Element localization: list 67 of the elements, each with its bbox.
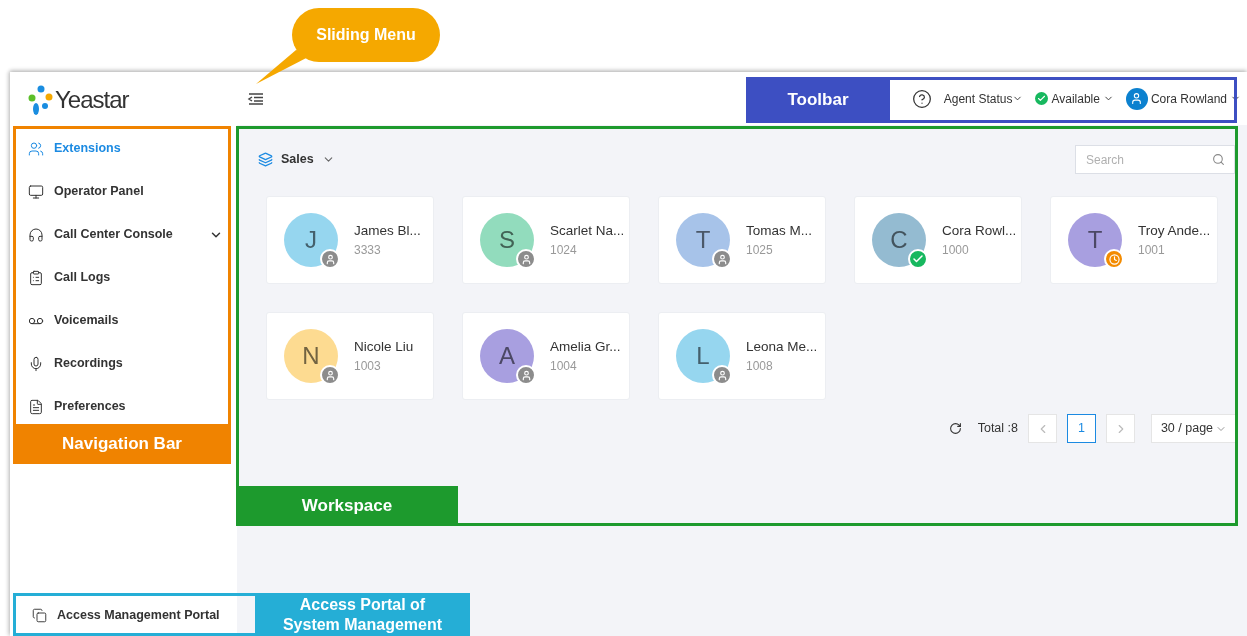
menu-icon[interactable] bbox=[247, 90, 265, 107]
page-button[interactable]: 1 bbox=[1067, 414, 1096, 443]
nav-item[interactable]: Recordings bbox=[28, 342, 223, 385]
windows-icon bbox=[32, 607, 47, 623]
page-size-dropdown[interactable]: 30 / page bbox=[1151, 414, 1237, 443]
contact-card[interactable]: S Scarlet Na... 1024 bbox=[462, 196, 630, 284]
document-icon bbox=[28, 398, 44, 415]
user-avatar-icon bbox=[1125, 87, 1148, 110]
contact-name: Amelia Gr... bbox=[550, 337, 621, 356]
refresh-icon[interactable] bbox=[948, 422, 962, 435]
search-field[interactable]: Search bbox=[1075, 145, 1235, 174]
avatar: T bbox=[1068, 213, 1122, 267]
nav-item[interactable]: Call Center Console bbox=[28, 213, 223, 256]
contact-card[interactable]: T Tomas M... 1025 bbox=[658, 196, 826, 284]
annotation-label: Navigation Bar bbox=[13, 424, 231, 464]
annotation-label: Access Portal of System Management bbox=[255, 593, 470, 636]
contact-card[interactable]: L Leona Me... 1008 bbox=[658, 312, 826, 400]
total-count: Total :8 bbox=[977, 420, 1018, 438]
contact-name: Tomas M... bbox=[746, 221, 812, 240]
contact-name: Nicole Liu bbox=[354, 337, 414, 356]
contact-name: James Bl... bbox=[354, 221, 421, 240]
users-icon bbox=[28, 140, 44, 157]
contact-card[interactable]: J James Bl... 3333 bbox=[266, 196, 434, 284]
search-icon[interactable] bbox=[1212, 153, 1225, 166]
list-icon bbox=[28, 269, 44, 286]
extension-number: 1025 bbox=[746, 242, 774, 260]
contact-name: Cora Rowl... bbox=[942, 221, 1017, 240]
user-menu[interactable]: Cora Rowland bbox=[1125, 87, 1241, 110]
extension-number: 1003 bbox=[354, 358, 382, 376]
logo-icon bbox=[27, 83, 53, 116]
avatar: L bbox=[676, 329, 730, 383]
nav-item[interactable]: Extensions bbox=[28, 127, 223, 170]
contact-card[interactable]: T Troy Ande... 1001 bbox=[1050, 196, 1218, 284]
nav-item[interactable]: Access Management Portal bbox=[10, 594, 237, 636]
extension-number: 1024 bbox=[550, 242, 578, 260]
layers-icon bbox=[258, 152, 273, 167]
monitor-icon bbox=[28, 183, 44, 200]
contact-card[interactable]: N Nicole Liu 1003 bbox=[266, 312, 434, 400]
group-dropdown[interactable]: Sales bbox=[258, 150, 335, 169]
contact-card[interactable]: A Amelia Gr... 1004 bbox=[462, 312, 630, 400]
contact-card[interactable]: C Cora Rowl... 1000 bbox=[854, 196, 1022, 284]
avatar: C bbox=[872, 213, 926, 267]
nav-item[interactable]: Operator Panel bbox=[28, 170, 223, 213]
avatar: S bbox=[480, 213, 534, 267]
avatar: T bbox=[676, 213, 730, 267]
avatar: J bbox=[284, 213, 338, 267]
extension-number: 1000 bbox=[942, 242, 970, 260]
avatar: A bbox=[480, 329, 534, 383]
extension-number: 1001 bbox=[1138, 242, 1166, 260]
agent-status-dropdown[interactable]: Agent Status bbox=[943, 89, 1024, 108]
status-dropdown[interactable]: Available bbox=[1035, 89, 1114, 108]
extension-number: 3333 bbox=[354, 242, 382, 260]
contact-name: Scarlet Na... bbox=[550, 221, 625, 240]
contact-name: Troy Ande... bbox=[1138, 221, 1211, 240]
help-icon[interactable] bbox=[911, 88, 932, 109]
nav-item[interactable]: Voicemails bbox=[28, 299, 223, 342]
extension-number: 1004 bbox=[550, 358, 578, 376]
avatar: N bbox=[284, 329, 338, 383]
annotation-label: Toolbar bbox=[746, 77, 890, 123]
logo-text: Yeastar bbox=[55, 84, 129, 115]
callout-bubble: Sliding Menu bbox=[292, 8, 440, 62]
headset-icon bbox=[28, 226, 44, 243]
microphone-icon bbox=[28, 355, 44, 372]
annotation-label: Workspace bbox=[236, 486, 458, 526]
extension-number: 1008 bbox=[746, 358, 774, 376]
nav-item[interactable]: Call Logs bbox=[28, 256, 223, 299]
contact-name: Leona Me... bbox=[746, 337, 818, 356]
